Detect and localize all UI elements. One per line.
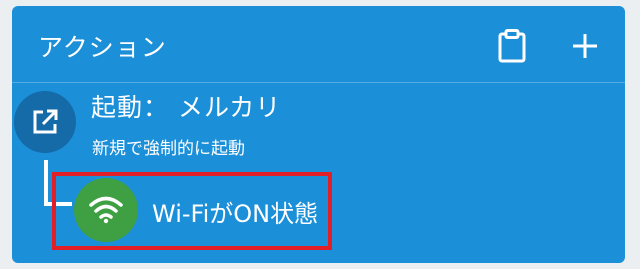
add-action-button[interactable] (565, 26, 605, 66)
wifi-icon (89, 196, 123, 224)
card-header: アクション (12, 6, 625, 82)
header-divider (12, 82, 625, 83)
action-title[interactable]: 起動： メルカリ (91, 88, 281, 124)
header-title: アクション (38, 33, 167, 62)
tree-connector-vertical (44, 160, 48, 206)
clipboard-button[interactable] (492, 26, 532, 66)
clipboard-icon (498, 29, 526, 63)
plus-icon (573, 34, 597, 58)
constraint-icon[interactable] (74, 178, 138, 242)
action-subtitle: 新規で強制的に起動 (92, 139, 245, 159)
constraint-label: Wi-FiがON状態 (152, 200, 319, 228)
open-external-icon (33, 109, 58, 134)
action-icon[interactable] (14, 91, 76, 153)
